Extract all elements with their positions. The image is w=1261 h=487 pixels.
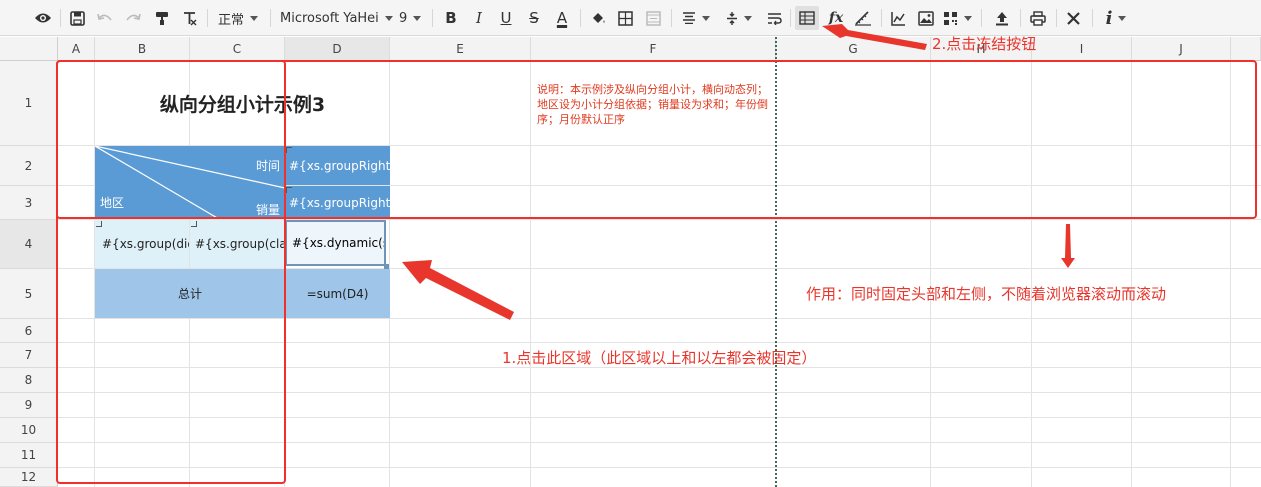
row-header-8[interactable]: 8: [0, 368, 58, 393]
freeze-panes-button[interactable]: [795, 6, 819, 30]
cell-d2[interactable]: #{xs.groupRight: [285, 146, 390, 185]
row-header-11[interactable]: 11: [0, 443, 58, 468]
info-menu-button[interactable]: i: [1100, 6, 1132, 30]
col-header-a[interactable]: A: [58, 37, 95, 61]
merge-cells-icon[interactable]: [642, 6, 664, 30]
cell-c4[interactable]: #{xs.group(clas: [190, 220, 284, 268]
col-header-c[interactable]: C: [190, 37, 285, 61]
col-header-f[interactable]: F: [531, 37, 776, 61]
callout-effect: 作用：同时固定头部和左侧，不随着浏览器滚动而滚动: [806, 285, 1167, 303]
chart-icon[interactable]: [887, 6, 909, 30]
col-header-d[interactable]: D: [285, 37, 390, 61]
cell-d4-selected[interactable]: #{xs.dynamic(sal: [285, 220, 386, 266]
font-color-button[interactable]: A: [552, 6, 572, 30]
col-header-g[interactable]: G: [776, 37, 931, 61]
function-button[interactable]: fx: [826, 6, 846, 30]
cell-b4[interactable]: #{xs.group(diq: [95, 220, 189, 268]
cell-d5[interactable]: =sum(D4): [285, 269, 390, 318]
freeze-divider-line: [775, 37, 777, 487]
cell-title[interactable]: 纵向分组小计示例3: [95, 62, 390, 145]
cell-d3[interactable]: #{xs.groupRight: [285, 186, 390, 219]
borders-icon[interactable]: [614, 6, 636, 30]
row-header-2[interactable]: 2: [0, 146, 58, 186]
ruler-pen-icon[interactable]: [851, 6, 875, 30]
row-header-4[interactable]: 4: [0, 220, 58, 269]
undo-icon[interactable]: [94, 6, 116, 30]
tools-icon[interactable]: [1062, 6, 1084, 30]
row-header-12[interactable]: 12: [0, 468, 58, 487]
cell-f1-note[interactable]: 说明：本示例涉及纵向分组小计，横向动态列；地区设为小计分组依据；销量设为求和；年…: [537, 82, 777, 127]
row-header-1[interactable]: 1: [0, 61, 58, 146]
row-header-9[interactable]: 9: [0, 393, 58, 418]
align-horizontal-icon[interactable]: [680, 6, 712, 30]
italic-button[interactable]: I: [469, 6, 489, 30]
col-header-b[interactable]: B: [95, 37, 190, 61]
cell-diagonal-header[interactable]: 时间 地区 销量: [95, 146, 285, 219]
format-painter-icon[interactable]: [151, 6, 173, 30]
row-header-6[interactable]: 6: [0, 319, 58, 343]
bold-button[interactable]: B: [441, 6, 461, 30]
print-icon[interactable]: [1027, 6, 1049, 30]
clear-format-icon[interactable]: [178, 6, 200, 30]
save-icon[interactable]: [66, 6, 88, 30]
row-header-7[interactable]: 7: [0, 343, 58, 368]
col-header-i[interactable]: I: [1032, 37, 1132, 61]
region-label: 地区: [100, 196, 125, 210]
underline-button[interactable]: U: [496, 6, 516, 30]
col-header-k: [1231, 37, 1261, 61]
callout-step2: 2.点击冻结按钮: [932, 35, 1037, 53]
col-header-e[interactable]: E: [390, 37, 531, 61]
row-header-3[interactable]: 3: [0, 186, 58, 220]
align-vertical-icon[interactable]: [723, 6, 755, 30]
arrow-down-effect: [1061, 224, 1075, 268]
preview-eye-icon[interactable]: [32, 6, 54, 30]
font-size-select[interactable]: 9: [399, 6, 422, 30]
font-family-select[interactable]: Microsoft YaHei: [280, 6, 393, 30]
toolbar: 正常 Microsoft YaHei 9 B I U S A fx i: [0, 0, 1261, 36]
arrow-to-cell-d4: [402, 260, 514, 320]
callout-step1: 1.点击此区域（此区域以上和以左都会被固定）: [502, 349, 817, 367]
row-header-10[interactable]: 10: [0, 418, 58, 443]
sales-label: 销量: [255, 203, 280, 217]
row-header-5[interactable]: 5: [0, 269, 58, 319]
redo-icon[interactable]: [122, 6, 144, 30]
qrcode-icon[interactable]: [942, 6, 972, 30]
cell-total[interactable]: 总计: [95, 269, 285, 318]
strikethrough-button[interactable]: S: [524, 6, 544, 30]
fill-color-icon[interactable]: [587, 6, 609, 30]
style-select[interactable]: 正常: [218, 6, 259, 30]
col-header-j[interactable]: J: [1132, 37, 1231, 61]
upload-icon[interactable]: [991, 6, 1013, 30]
text-wrap-icon[interactable]: [763, 6, 785, 30]
select-all-corner[interactable]: [0, 37, 58, 61]
time-label: 时间: [255, 159, 280, 173]
image-icon[interactable]: [915, 6, 937, 30]
